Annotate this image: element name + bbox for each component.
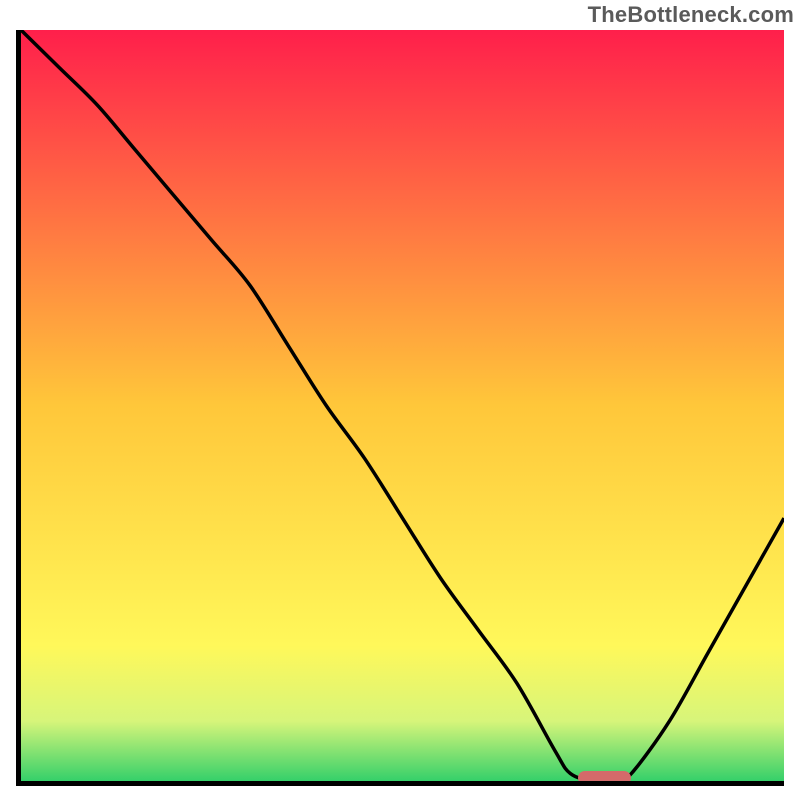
plot-area — [21, 30, 784, 781]
gradient-background — [21, 30, 784, 781]
highlight-marker — [578, 771, 631, 781]
plot-frame — [16, 30, 784, 786]
watermark-label: TheBottleneck.com — [588, 2, 794, 28]
plot-svg — [21, 30, 784, 781]
chart-canvas: TheBottleneck.com — [0, 0, 800, 800]
